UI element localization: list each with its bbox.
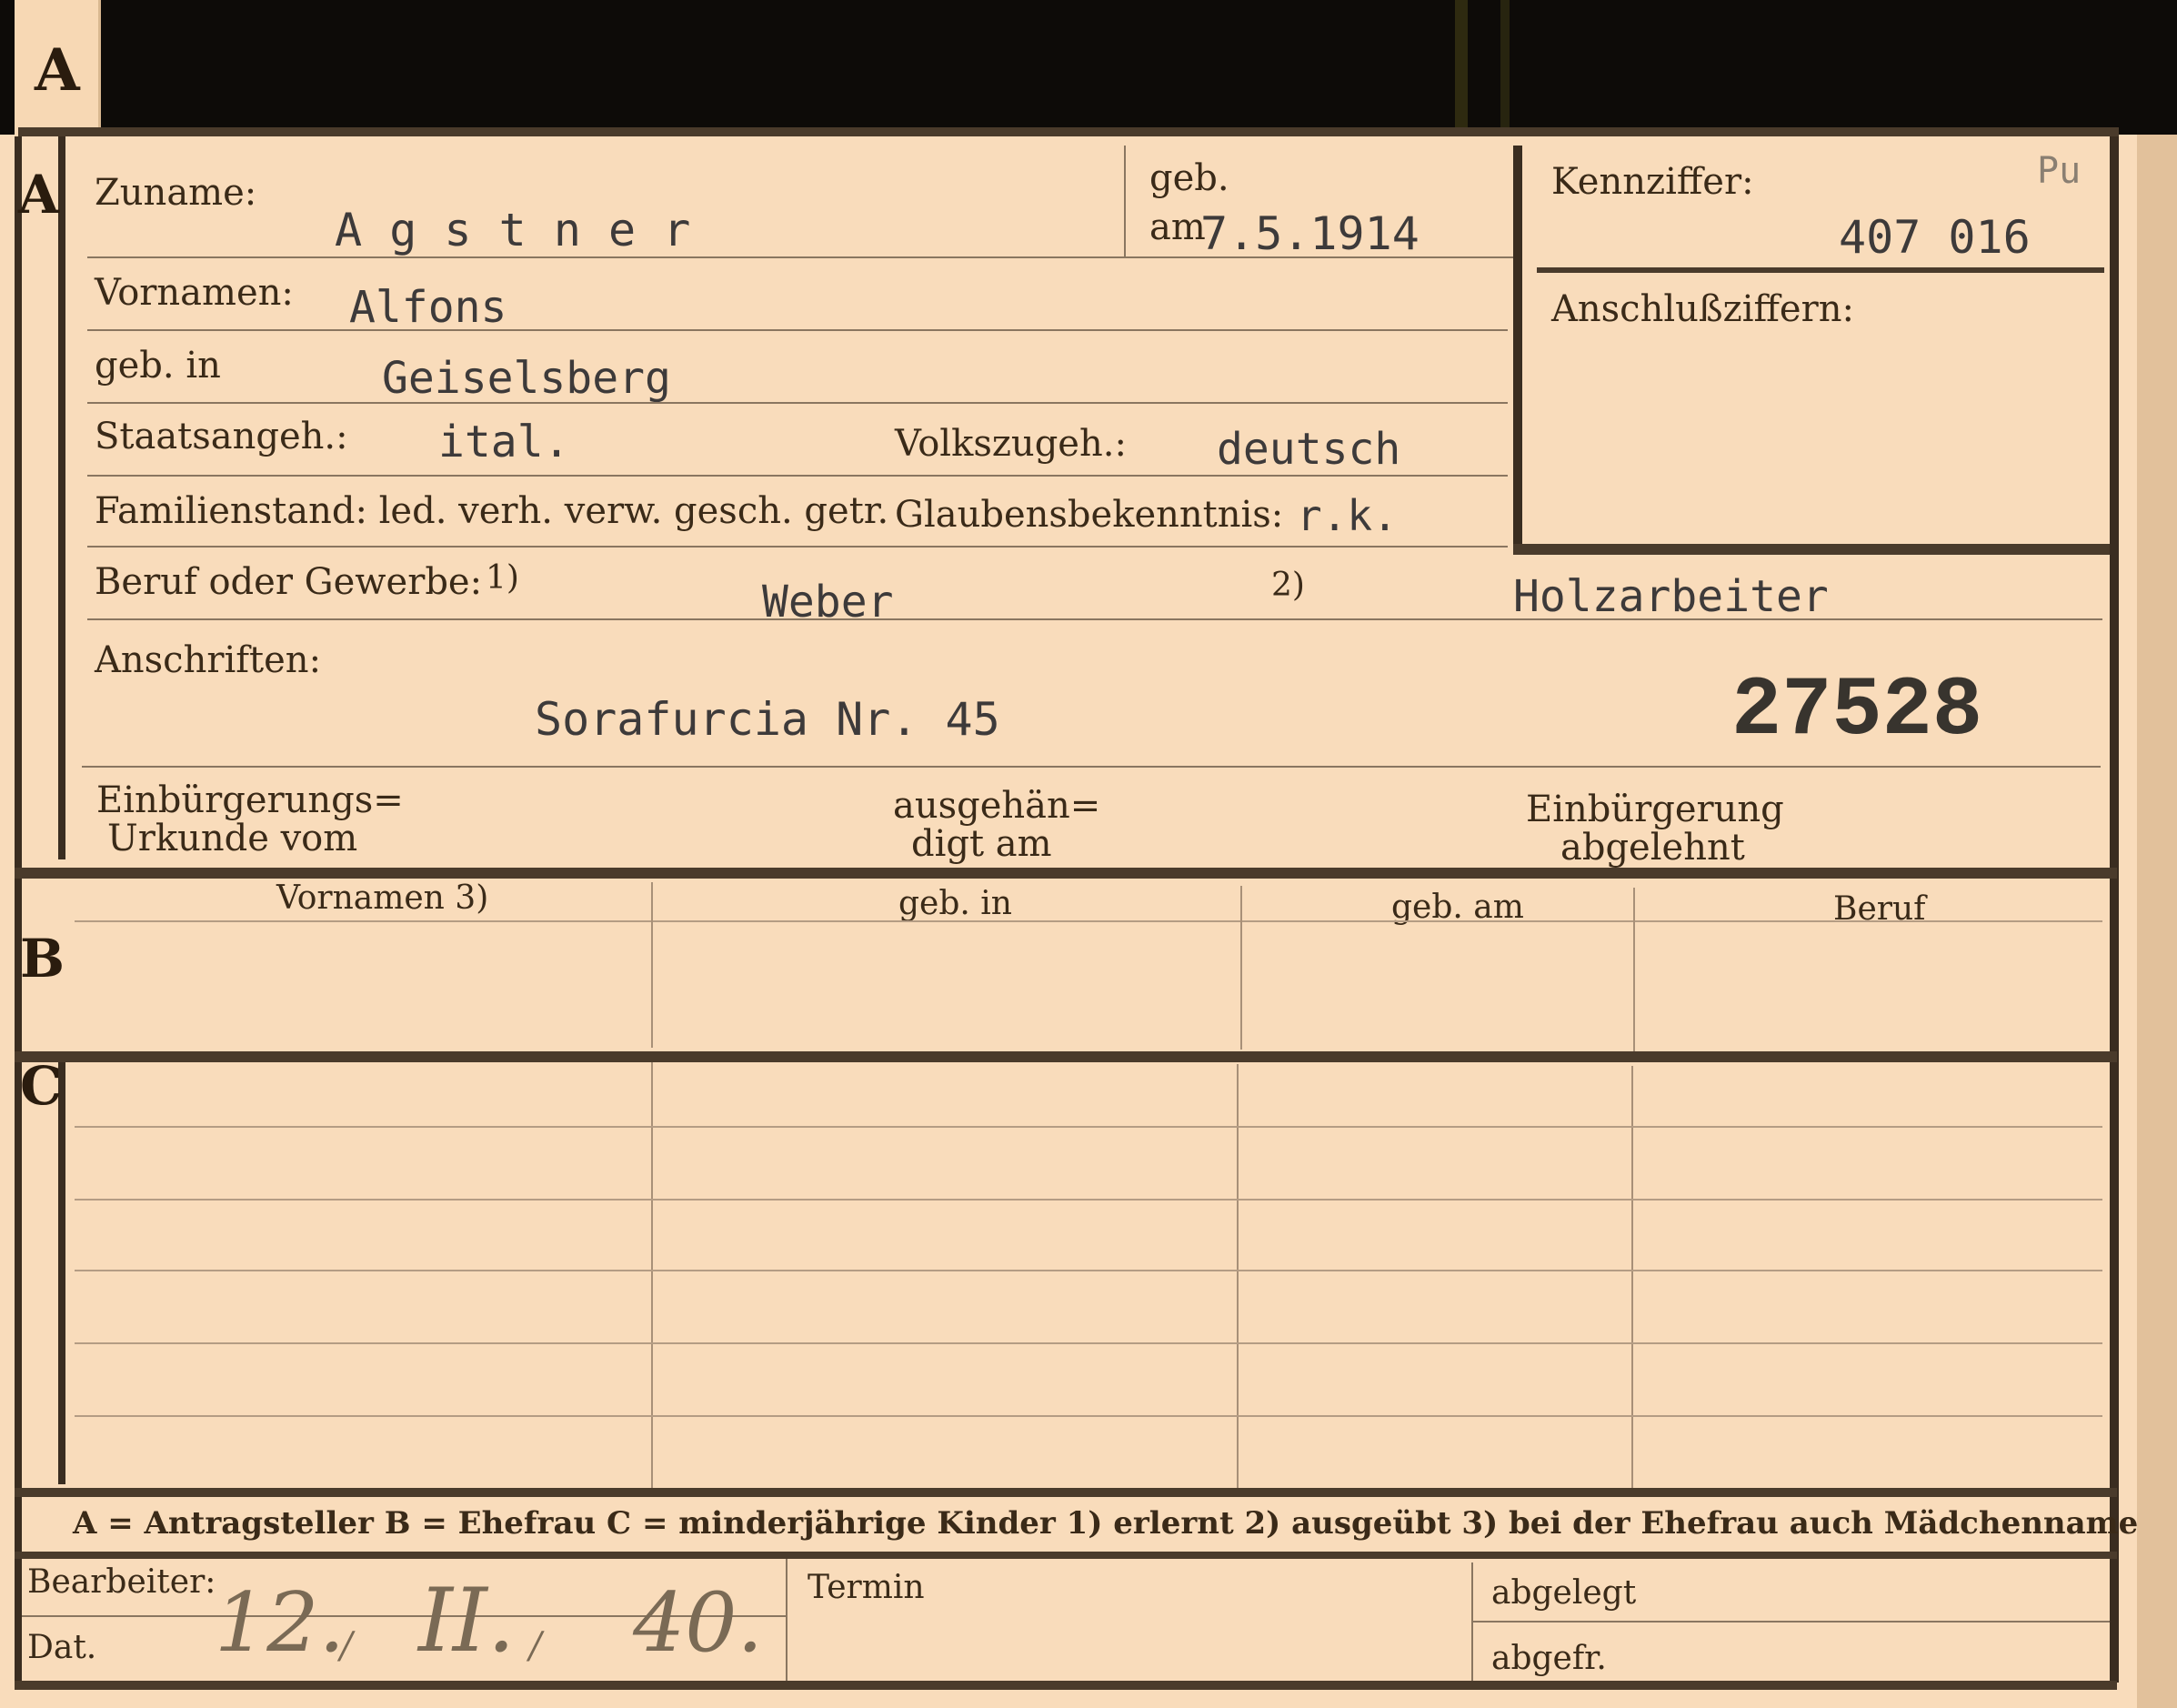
section-a-inner-border (58, 136, 65, 859)
label-abgelehnt: abgelehnt (1560, 827, 1745, 869)
footnote-2-marker: 2) (1271, 567, 1305, 604)
bottom-border (15, 1681, 2117, 1690)
label-bearbeiter: Bearbeiter: (27, 1563, 216, 1601)
value-vornamen: Alfons (349, 282, 507, 333)
label-kennziffer: Kennziffer: (1551, 161, 1754, 203)
kennziffer-box-left (1513, 146, 1522, 555)
line-anschriften (82, 766, 2101, 768)
section-c-col-2 (1237, 1064, 1239, 1490)
label-geb-in: geb. in (95, 345, 221, 387)
value-anschrift: Sorafurcia Nr. 45 (535, 693, 1000, 746)
line-zuname (87, 256, 1513, 258)
section-c-col-3 (1631, 1066, 1633, 1492)
label-digt-am: digt am (911, 823, 1052, 865)
line-geb-in (87, 402, 1508, 404)
section-c-marker: C (20, 1055, 63, 1117)
top-strip-mark (1500, 0, 1510, 127)
value-geb-am: 7.5.1914 (1200, 207, 1420, 260)
value-volkszugeh: deutsch (1217, 424, 1401, 475)
th-vornamen: Vornamen 3) (276, 879, 489, 917)
value-dat-month: II. (418, 1570, 516, 1672)
registration-card: A A B C Zuname: A g s t n e r geb. am 7.… (0, 0, 2177, 1708)
separator-2: / (529, 1625, 542, 1667)
right-border (2110, 136, 2119, 1683)
legend-top-border (15, 1488, 2117, 1497)
label-anschriften: Anschriften: (95, 639, 322, 681)
label-einbuergerungs: Einbürgerungs= (96, 779, 404, 821)
section-c-row-line (75, 1270, 2102, 1271)
line-abgelegt (1473, 1621, 2110, 1623)
footnote-1-marker: 1) (486, 559, 519, 597)
label-beruf: Beruf oder Gewerbe: (95, 561, 483, 603)
stamp-number: 27528 (1731, 663, 1983, 759)
section-b-top-border (15, 868, 2117, 879)
label-familienstand: Familienstand: led. verh. verw. gesch. g… (95, 490, 889, 532)
th-geb-in: geb. in (898, 885, 1012, 922)
index-tab: A (15, 0, 101, 136)
divider-abgelegt (1471, 1562, 1473, 1683)
card-right-edge (2137, 135, 2177, 1708)
line-staatsangeh (87, 475, 1508, 477)
value-beruf-ausgeuebt: Holzarbeiter (1513, 571, 1829, 622)
label-ausgehaen: ausgehän= (893, 785, 1101, 827)
section-c-row-line (75, 1126, 2102, 1128)
line-beruf (87, 618, 2102, 620)
value-geb-in: Geiselsberg (382, 353, 671, 404)
label-anschlussziffern: Anschlußziffern: (1551, 288, 1854, 330)
label-staatsangeh: Staatsangeh.: (95, 416, 348, 457)
label-zuname: Zuname: (95, 172, 257, 214)
divider-geb (1124, 146, 1126, 256)
label-einbuergerung: Einbürgerung (1526, 789, 1784, 830)
kennziffer-box-bottom (1513, 544, 2110, 555)
value-kennziffer-prefix: Pu (2037, 150, 2082, 192)
label-vornamen: Vornamen: (95, 272, 294, 314)
line-familienstand (87, 546, 1508, 548)
top-border (18, 127, 2119, 136)
section-c-inner-border (58, 1055, 65, 1484)
th-geb-am: geb. am (1391, 889, 1524, 926)
separator-1: / (340, 1625, 353, 1667)
legend-bottom-border (15, 1552, 2117, 1559)
label-glaubensbekenntnis: Glaubensbekenntnis: (895, 494, 1284, 536)
label-am: am (1149, 206, 1206, 248)
section-b-col-1 (651, 882, 653, 1048)
label-dat: Dat. (27, 1629, 97, 1666)
label-urkunde-vom: Urkunde vom (107, 818, 358, 859)
section-c-row-line (75, 1342, 2102, 1344)
section-b-col-3 (1633, 888, 1635, 1051)
label-geb: geb. (1149, 157, 1229, 199)
value-beruf-erlernt: Weber (762, 577, 894, 628)
section-b-header-line (75, 920, 2102, 922)
value-staatsangeh: ital. (438, 417, 570, 467)
legend-text: A = Antragsteller B = Ehefrau C = minder… (73, 1505, 2139, 1542)
value-dat-day: 12. (215, 1575, 346, 1671)
section-c-row-line (75, 1415, 2102, 1417)
section-a-marker: A (18, 164, 60, 226)
label-volkszugeh: Volkszugeh.: (895, 423, 1127, 465)
section-b-marker: B (20, 928, 65, 990)
line-vornamen (87, 329, 1508, 331)
top-strip-mark (1455, 0, 1468, 127)
section-c-top-border (15, 1051, 2117, 1062)
value-dat-year: 40. (633, 1575, 764, 1671)
value-zuname: A g s t n e r (335, 204, 691, 256)
label-abgefr: abgefr. (1491, 1640, 1607, 1677)
section-b-col-2 (1240, 886, 1242, 1050)
value-glaubensbekenntnis: r.k. (1297, 491, 1398, 540)
section-c-row-line (75, 1199, 2102, 1201)
divider-termin (786, 1559, 788, 1683)
label-termin: Termin (808, 1569, 925, 1606)
label-abgelegt: abgelegt (1491, 1574, 1637, 1612)
kennziffer-line (1537, 267, 2104, 273)
value-kennziffer: 407 016 (1839, 211, 2031, 264)
index-tab-letter: A (35, 36, 80, 105)
left-border (15, 136, 22, 1683)
